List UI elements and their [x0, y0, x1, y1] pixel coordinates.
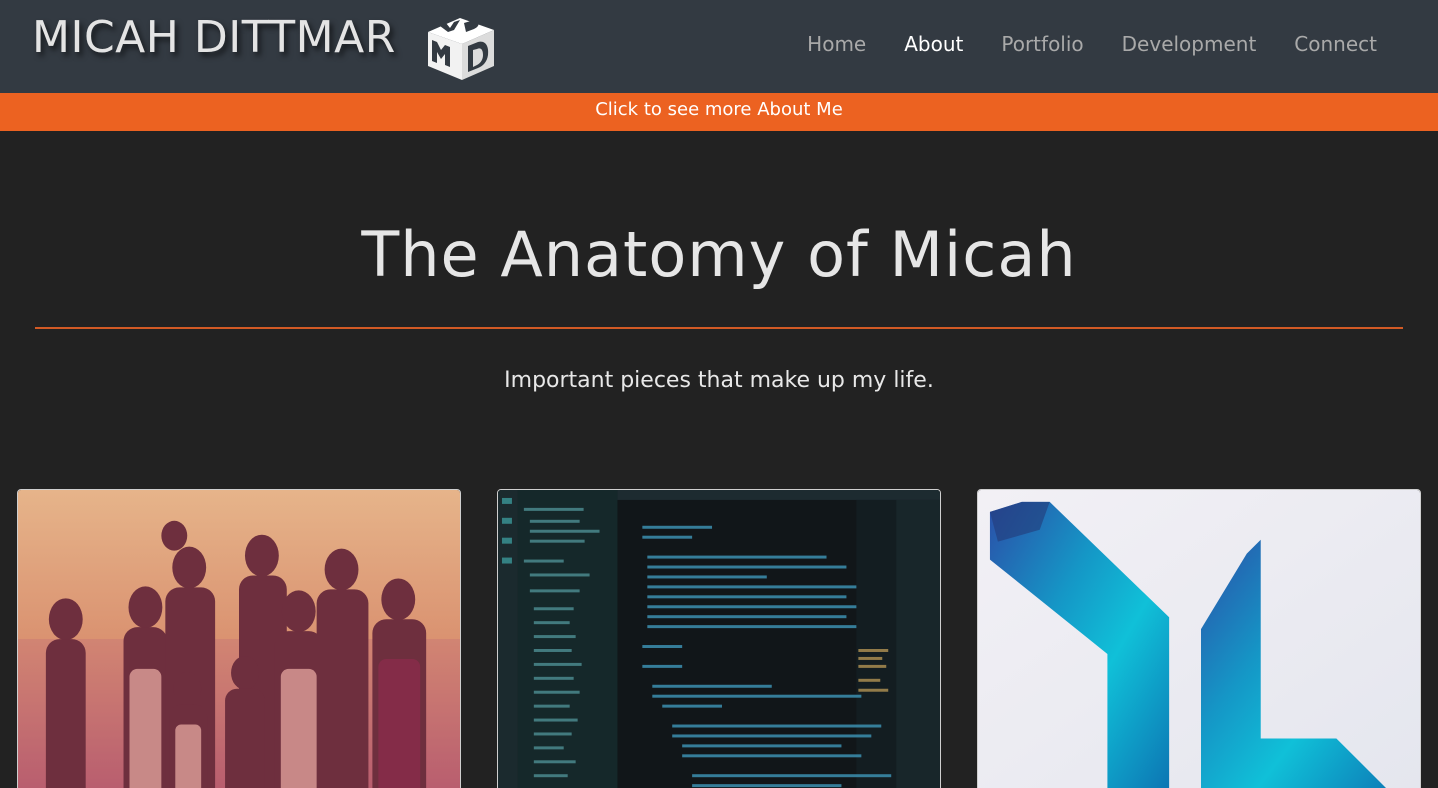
- nav-home-link[interactable]: Home: [807, 32, 866, 56]
- page-title: The Anatomy of Micah: [361, 218, 1077, 291]
- nav-about-link[interactable]: About: [904, 32, 963, 56]
- main-nav: Home About Portfolio Development Connect: [769, 32, 1377, 56]
- family-photo-card[interactable]: [17, 489, 461, 788]
- md-cube-logo-icon[interactable]: [418, 10, 502, 82]
- page-subtitle: Important pieces that make up my life.: [504, 368, 934, 393]
- nav-portfolio-link[interactable]: Portfolio: [1001, 32, 1083, 56]
- nav-development-link[interactable]: Development: [1122, 32, 1257, 56]
- title-divider: [35, 327, 1403, 329]
- yl-logo-card[interactable]: [977, 489, 1421, 788]
- navbar: MICAH DITTMAR Home About Portfolio Devel…: [0, 0, 1438, 93]
- nav-connect-link[interactable]: Connect: [1294, 32, 1377, 56]
- code-editor-screenshot-icon: [498, 490, 940, 788]
- yl-logo-icon: [978, 490, 1420, 788]
- about-me-banner-button[interactable]: Click to see more About Me: [0, 93, 1438, 131]
- code-editor-card[interactable]: [497, 489, 941, 788]
- brand-title[interactable]: MICAH DITTMAR: [32, 12, 396, 63]
- family-photo-icon: [18, 490, 460, 788]
